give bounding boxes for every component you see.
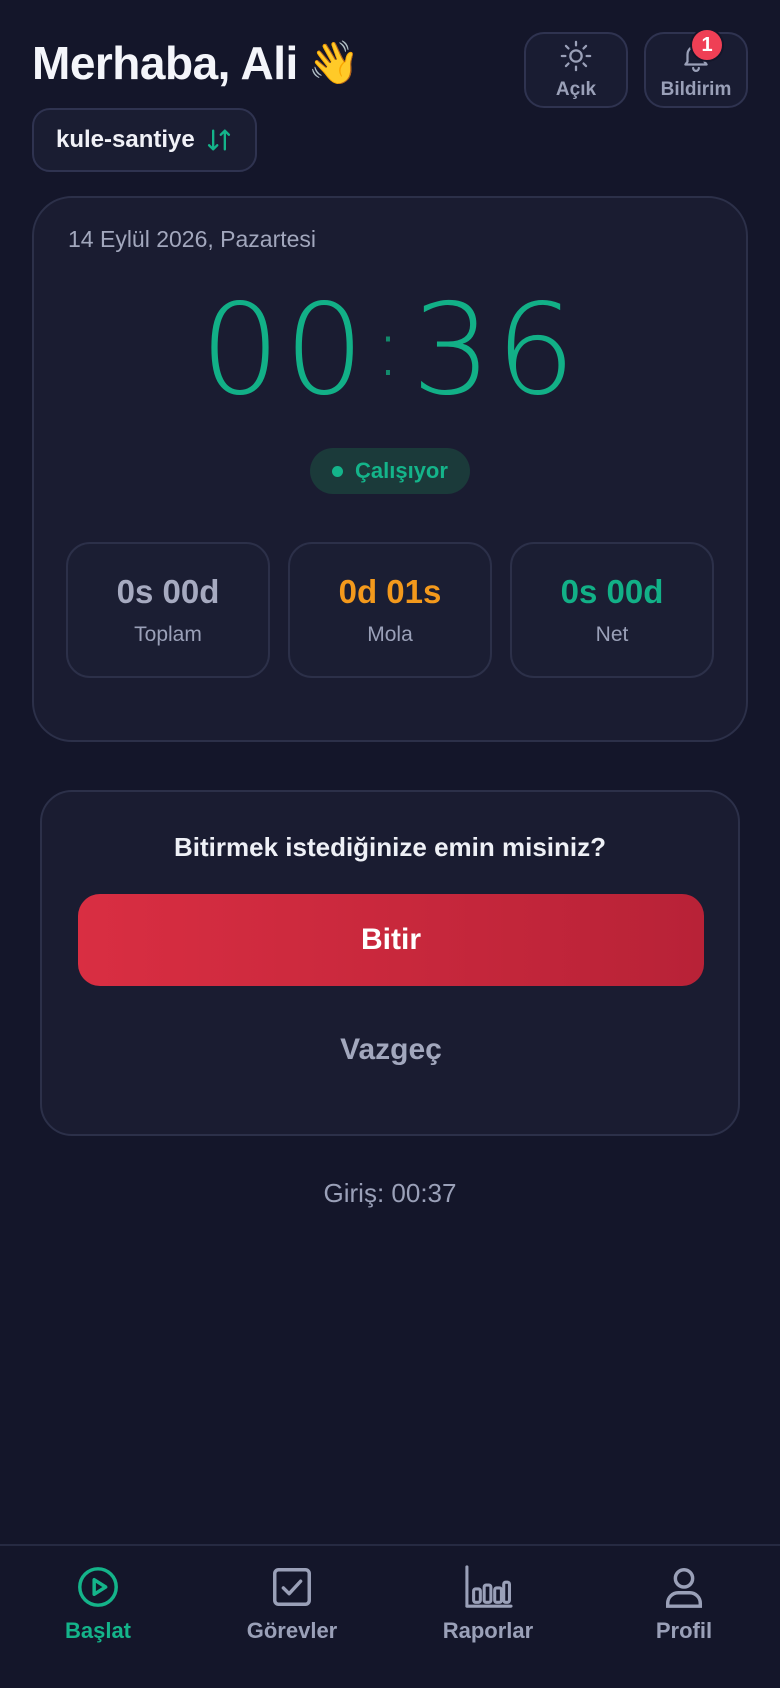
sun-icon bbox=[560, 40, 592, 72]
current-date: 14 Eylül 2026, Pazartesi bbox=[68, 226, 317, 252]
bottom-nav: Başlat Görevler Raporlar Profil bbox=[0, 1544, 780, 1688]
nav-label-tasks: Görevler bbox=[246, 1618, 338, 1643]
stat-net-value: 0s 00d bbox=[560, 573, 664, 610]
nav-label-reports: Raporlar bbox=[442, 1618, 534, 1643]
finish-confirm-dialog: Bitirmek istediğinize emin misiniz? Biti… bbox=[40, 790, 740, 1136]
stat-break-label: Mola bbox=[367, 623, 413, 646]
greeting-text: Merhaba, Ali bbox=[32, 37, 298, 89]
cancel-button[interactable]: Vazgeç bbox=[78, 1010, 704, 1090]
stat-net-label: Net bbox=[595, 623, 629, 646]
elapsed-clock: 00:36 bbox=[34, 276, 746, 423]
nav-item-start[interactable]: Başlat bbox=[18, 1564, 178, 1664]
bar-chart-icon bbox=[465, 1565, 513, 1608]
checkbox-icon bbox=[273, 1568, 311, 1606]
status-dot-icon bbox=[332, 465, 343, 477]
clock-separator: : bbox=[374, 301, 406, 394]
status-text: Çalışıyor bbox=[355, 458, 448, 483]
user-icon bbox=[665, 1568, 703, 1608]
status-badge: Çalışıyor bbox=[310, 448, 470, 494]
notifications-label: Bildirim bbox=[660, 79, 732, 100]
clock-hours: 00 bbox=[200, 276, 369, 423]
finish-button[interactable]: Bitir bbox=[78, 894, 704, 986]
clock-minutes: 36 bbox=[411, 276, 580, 423]
stat-total-label: Toplam bbox=[134, 623, 202, 646]
notifications-button[interactable]: Bildirim 1 bbox=[644, 28, 748, 108]
project-switcher[interactable]: kule-santiye bbox=[32, 108, 257, 172]
nav-label-profile: Profil bbox=[655, 1618, 713, 1643]
stat-break: 0d 01s Mola bbox=[288, 542, 492, 678]
swap-arrows-icon bbox=[207, 129, 230, 151]
timer-card: 14 Eylül 2026, Pazartesi 00:36 Çalışıyor… bbox=[32, 196, 748, 742]
confirm-question: Bitirmek istediğinize emin misiniz? bbox=[174, 832, 606, 862]
nav-item-reports[interactable]: Raporlar bbox=[408, 1564, 568, 1664]
project-name: kule-santiye bbox=[56, 126, 195, 153]
stat-net: 0s 00d Net bbox=[510, 542, 714, 678]
stat-total-value: 0s 00d bbox=[116, 573, 220, 610]
nav-item-tasks[interactable]: Görevler bbox=[212, 1564, 372, 1664]
notification-count-badge: 1 bbox=[690, 28, 724, 62]
theme-toggle-label: Açık bbox=[555, 79, 597, 100]
stat-total: 0s 00d Toplam bbox=[66, 542, 270, 678]
greeting-title: Merhaba, Ali 👋 bbox=[32, 36, 360, 90]
stat-break-value: 0d 01s bbox=[338, 573, 442, 610]
nav-label-start: Başlat bbox=[64, 1618, 132, 1643]
theme-toggle-button[interactable]: Açık bbox=[524, 32, 628, 108]
play-circle-icon bbox=[78, 1567, 118, 1607]
waving-hand-icon: 👋 bbox=[307, 38, 360, 86]
page: Merhaba, Ali 👋 Açık Bildirim 1 kule-sant… bbox=[0, 0, 780, 1688]
nav-item-profile[interactable]: Profil bbox=[604, 1564, 764, 1664]
login-time: Giriş: 00:37 bbox=[323, 1178, 457, 1208]
